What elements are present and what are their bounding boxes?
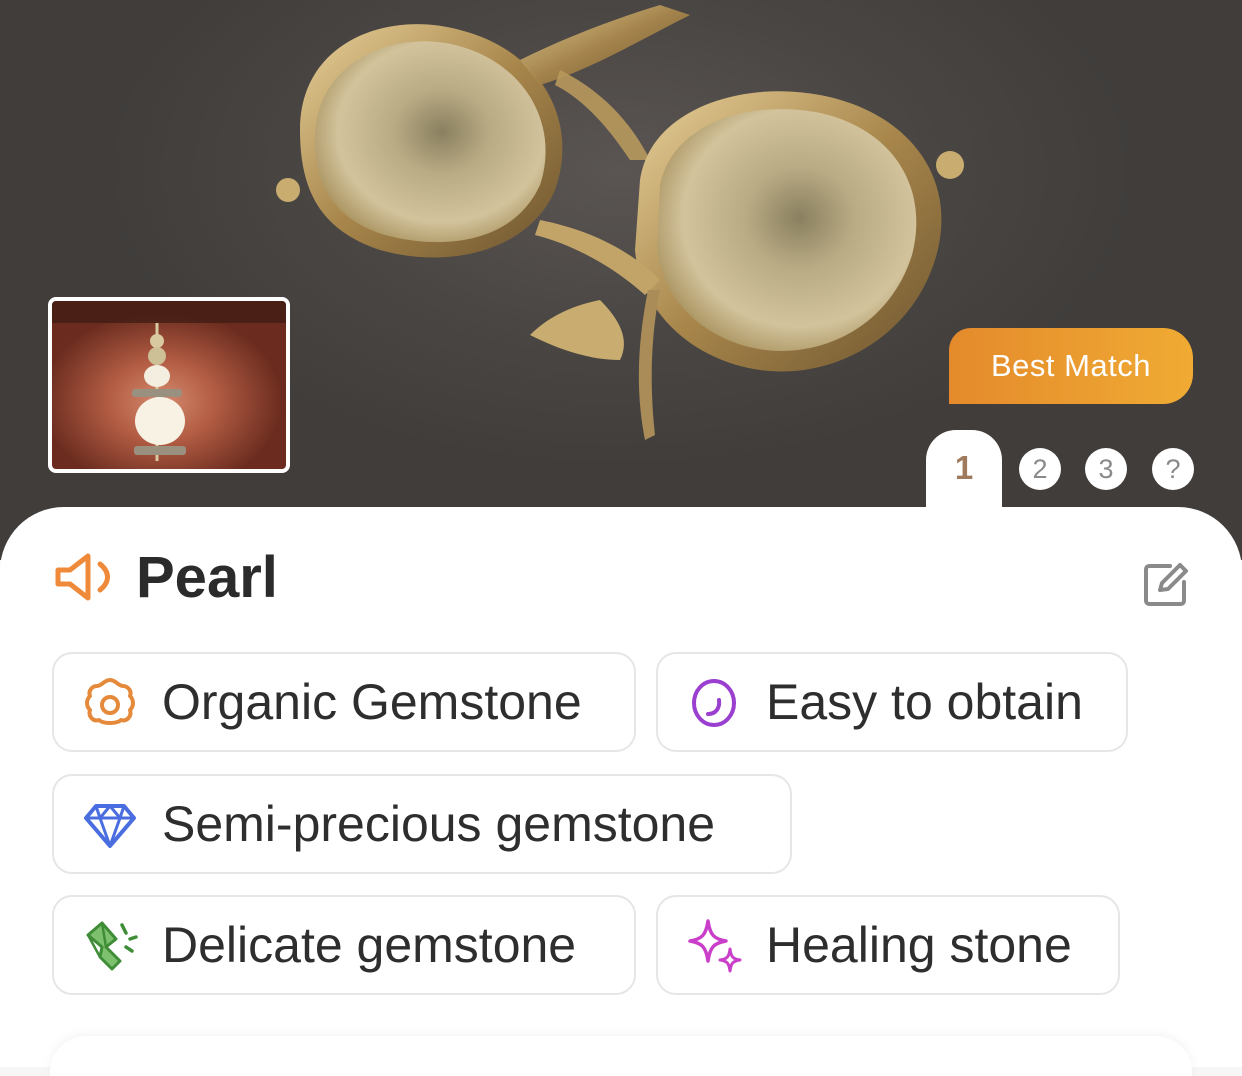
title-row: Pearl [52, 544, 278, 610]
tag-delicate-gemstone[interactable]: Delicate gemstone [52, 895, 636, 995]
tag-label: Organic Gemstone [162, 674, 582, 730]
page-dot-unknown[interactable]: ? [1152, 448, 1194, 490]
oval-stone-icon [692, 679, 736, 727]
tag-healing-stone[interactable]: Healing stone [656, 895, 1120, 995]
tag-label: Easy to obtain [766, 674, 1083, 730]
page-dot-2[interactable]: 2 [1019, 448, 1061, 490]
tag-label: Healing stone [766, 917, 1072, 973]
edit-icon[interactable] [1140, 560, 1190, 610]
broken-crystal-icon [86, 921, 138, 971]
tag-label: Delicate gemstone [162, 917, 577, 973]
tag-easy-to-obtain[interactable]: Easy to obtain [656, 652, 1128, 752]
sparkles-icon [688, 919, 742, 973]
tag-semi-precious-gemstone[interactable]: Semi-precious gemstone [52, 774, 792, 874]
uploaded-photo-thumbnail[interactable] [48, 297, 290, 473]
pearl-bracelet-photo [52, 301, 286, 461]
diamond-icon [84, 804, 136, 848]
page-tab-1[interactable]: 1 [926, 430, 1002, 512]
page-dot-3[interactable]: 3 [1085, 448, 1127, 490]
tag-label: Semi-precious gemstone [162, 796, 716, 852]
hero-photo: Best Match 1 2 3 ? [0, 0, 1242, 560]
next-section-card [50, 1036, 1192, 1076]
result-title: Pearl [136, 544, 278, 610]
tag-organic-gemstone[interactable]: Organic Gemstone [52, 652, 636, 752]
oyster-pearl-icon [85, 678, 135, 725]
match-pagination: 1 2 3 ? [926, 430, 1242, 512]
speaker-icon[interactable] [52, 548, 122, 606]
best-match-badge: Best Match [949, 328, 1193, 404]
